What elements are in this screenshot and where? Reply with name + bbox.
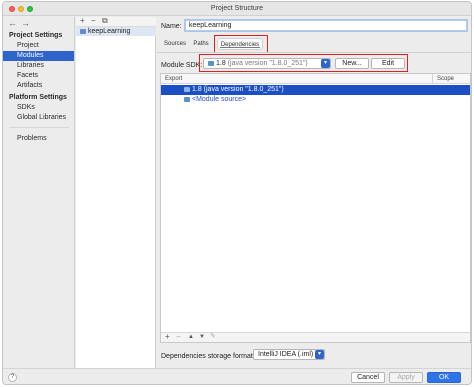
settings-sidebar: ←→ Project Settings Project Modules Libr… [3, 17, 75, 368]
sdk-version: 1.8 [216, 60, 226, 67]
chevron-down-icon: ▾ [321, 59, 330, 68]
sdk-folder-icon [208, 60, 214, 66]
sidebar-item-sdks[interactable]: SDKs [3, 103, 74, 113]
modules-toolbar: + − ⧉ [76, 16, 156, 27]
nav-arrows: ←→ [8, 18, 34, 28]
module-sdk-label: Module SDK: [161, 62, 203, 69]
help-button[interactable]: ? [8, 373, 17, 382]
column-scope[interactable]: Scope [437, 74, 454, 84]
folder-icon [80, 28, 86, 34]
edit-sdk-button[interactable]: Edit [371, 58, 405, 69]
ok-button[interactable]: OK [427, 372, 461, 383]
sidebar-item-artifacts[interactable]: Artifacts [3, 81, 74, 91]
sidebar-item-facets[interactable]: Facets [3, 71, 74, 81]
sdk-detail: (java version "1.8.0_251") [227, 60, 308, 67]
chevron-down-icon: ▾ [315, 350, 324, 359]
platform-settings-header: Platform Settings [9, 94, 67, 101]
module-sdk-select[interactable]: 1.8 (java version "1.8.0_251") ▾ [203, 58, 331, 69]
table-row[interactable]: <Module source> [161, 95, 470, 105]
window-title: Project Structure [210, 5, 264, 12]
forward-arrow-icon[interactable]: → [21, 18, 34, 28]
add-dependency-button[interactable]: + [165, 332, 170, 341]
dependency-label: 1.8 (java version "1.8.0_251") [192, 86, 284, 93]
module-details-pane: Name: keepLearning Sources Paths Depende… [157, 17, 471, 368]
apply-button[interactable]: Apply [389, 372, 423, 383]
tab-paths[interactable]: Paths [191, 38, 211, 50]
sidebar-item-project[interactable]: Project [3, 41, 74, 51]
sidebar-item-global-libraries[interactable]: Global Libraries [3, 113, 74, 123]
table-row[interactable]: 1.8 (java version "1.8.0_251") [161, 85, 470, 95]
tab-sources[interactable]: Sources [163, 38, 187, 50]
sidebar-item-libraries[interactable]: Libraries [3, 61, 74, 71]
dependency-label: <Module source> [192, 96, 247, 103]
storage-format-label: Dependencies storage format: [161, 353, 255, 360]
sidebar-item-modules[interactable]: Modules [3, 51, 74, 61]
column-export[interactable]: Export [165, 74, 182, 84]
project-structure-window: Project Structure ←→ Project Settings Pr… [2, 1, 472, 385]
sidebar-item-problems[interactable]: Problems [3, 134, 74, 144]
module-name-field[interactable]: keepLearning [185, 20, 467, 31]
remove-module-button[interactable]: − [91, 16, 96, 25]
back-arrow-icon[interactable]: ← [8, 18, 21, 28]
title-bar: Project Structure [3, 2, 471, 16]
storage-format-select[interactable]: IntelliJ IDEA (.iml) ▾ [253, 349, 325, 360]
edit-dependency-button[interactable]: ✎ [210, 332, 216, 340]
name-label: Name: [161, 23, 182, 30]
cancel-button[interactable]: Cancel [351, 372, 385, 383]
module-list-item[interactable]: keepLearning [76, 27, 156, 36]
column-separator [432, 74, 433, 84]
add-module-button[interactable]: + [80, 16, 85, 25]
tab-divider [157, 52, 471, 53]
table-header: Export Scope [161, 74, 470, 84]
remove-dependency-button[interactable]: − [176, 332, 181, 341]
move-down-button[interactable]: ▼ [199, 334, 205, 340]
copy-module-button[interactable]: ⧉ [102, 16, 108, 26]
dependencies-tab-highlight [214, 35, 268, 53]
project-settings-header: Project Settings [9, 32, 63, 39]
dependencies-table: Export Scope 1.8 (java version "1.8.0_25… [160, 73, 471, 343]
module-name-label: keepLearning [88, 28, 131, 35]
dialog-footer: ? Cancel Apply OK [3, 368, 471, 384]
storage-format-value: IntelliJ IDEA (.iml) [258, 351, 314, 358]
new-sdk-button[interactable]: New... [335, 58, 369, 69]
sdk-folder-icon [184, 86, 190, 92]
modules-list-pane: + − ⧉ keepLearning [76, 16, 156, 368]
module-source-folder-icon [184, 96, 190, 102]
table-toolbar: + − ▲ ▼ ✎ [161, 332, 470, 342]
sidebar-divider [9, 127, 69, 128]
move-up-button[interactable]: ▲ [188, 334, 194, 340]
